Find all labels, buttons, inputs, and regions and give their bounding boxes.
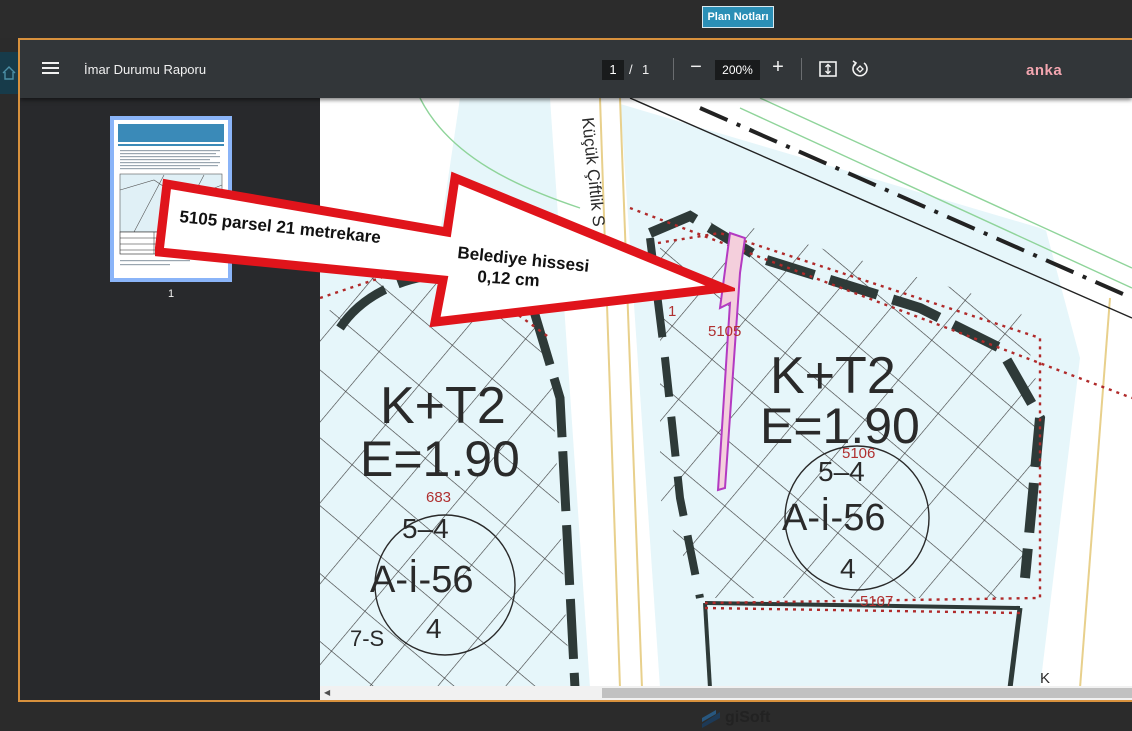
rotate-icon[interactable] [850,59,870,79]
scroll-left-icon[interactable]: ◀ [324,688,330,697]
toolbar-divider [673,58,674,80]
bottom-s-label: 7-S [350,626,384,651]
left-circle-mid: A-İ-56 [370,558,473,601]
footer-logo: giSoft [700,708,770,728]
left-circle-bottom: 4 [426,613,442,644]
parcel-683-label: 683 [426,489,451,506]
document-title: İmar Durumu Raporu [84,62,207,77]
zoom-level-input[interactable]: 200% [715,60,760,80]
home-button[interactable] [0,52,18,94]
left-circle-top: 5–4 [402,513,449,544]
page-total: 1 [642,62,650,77]
gisoft-logo-icon [702,710,720,728]
plan-notes-button[interactable]: Plan Notları [702,6,774,28]
zone-left-e: E=1.90 [360,431,520,487]
zone-right-type: K+T2 [770,347,896,405]
zoom-out-button[interactable]: − [686,56,706,80]
pdf-toolbar: İmar Durumu Raporu 1 / 1 − 200% + anka [20,40,1132,98]
zoom-in-button[interactable]: + [768,55,788,79]
scrollbar-thumb[interactable] [602,688,1132,698]
page-number-input[interactable]: 1 [602,60,624,80]
top-strip [0,0,1132,38]
fit-to-page-icon[interactable] [818,59,838,79]
pdf-viewer: İmar Durumu Raporu 1 / 1 − 200% + anka 1… [18,38,1132,702]
hamburger-menu-icon[interactable] [42,59,62,77]
brand-logo: anka [1026,62,1063,79]
corner-k-label: K [1040,670,1050,687]
zone-right-e: E=1.90 [760,398,920,454]
callout-arrow: 5105 parsel 21 metrekare Belediye hisses… [155,171,735,328]
right-circle-mid: A-İ-56 [782,496,885,539]
horizontal-scrollbar[interactable]: ◀ [320,686,1132,700]
right-circle-bottom: 4 [840,553,856,584]
footer-logo-text: giSoft [725,709,771,726]
toolbar-divider [801,58,802,80]
zone-left-type: K+T2 [380,377,506,435]
home-icon [2,66,16,80]
right-circle-top: 5–4 [818,456,865,487]
parcel-5107-label: 5107 [860,593,893,610]
page-separator: / [629,62,633,77]
